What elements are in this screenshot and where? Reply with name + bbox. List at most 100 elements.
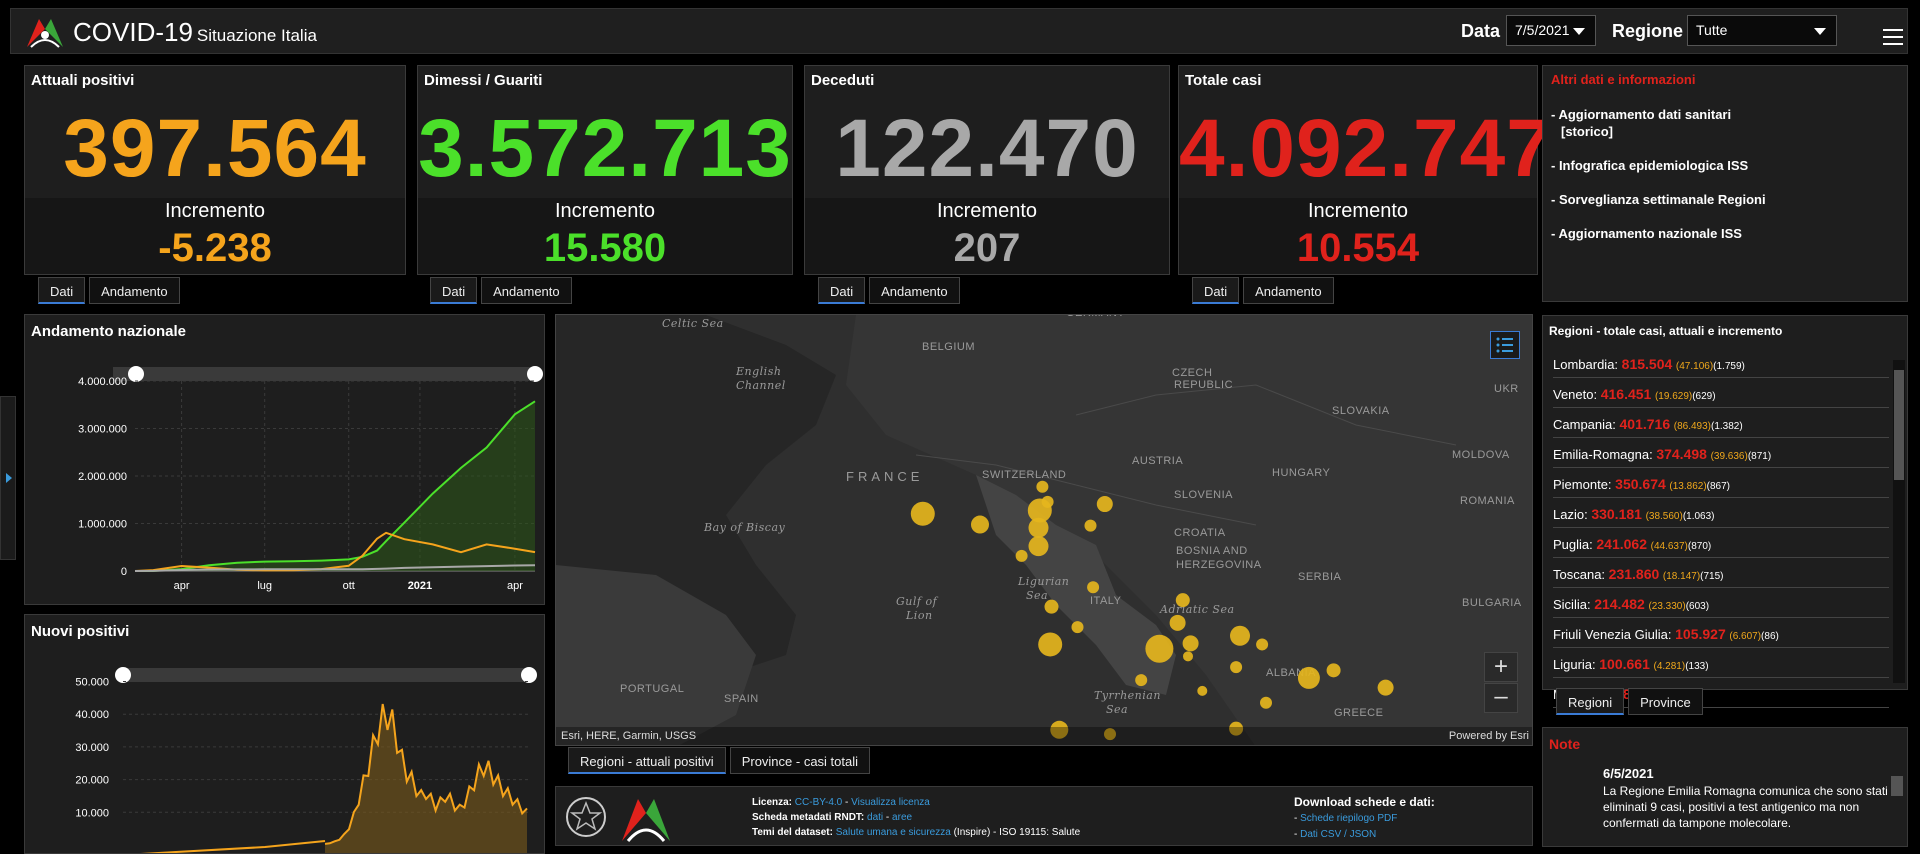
region-row[interactable]: Lazio: 330.181 (38.560)(1.063) — [1553, 498, 1889, 528]
region-bubble[interactable] — [1297, 666, 1320, 689]
metadata-aree-link[interactable]: aree — [892, 812, 912, 823]
download-pdf-link[interactable]: Schede riepilogo PDF — [1300, 813, 1397, 824]
side-panel-toggle[interactable] — [0, 396, 16, 560]
region-bubble[interactable] — [1041, 495, 1054, 508]
zoom-out-icon[interactable]: – — [1484, 683, 1518, 713]
chevron-right-icon — [6, 473, 12, 483]
slider-handle-left-icon[interactable] — [128, 366, 144, 382]
region-row[interactable]: Sicilia: 214.482 (23.330)(603) — [1553, 588, 1889, 618]
y-tick-label: 20.000 — [75, 775, 109, 787]
region-row[interactable]: Veneto: 416.451 (19.629)(629) — [1553, 378, 1889, 408]
region-attuali: (23.330) — [1648, 601, 1686, 612]
themes-label: Temi del dataset: — [752, 827, 833, 838]
scrollbar-thumb[interactable] — [1894, 370, 1904, 480]
card-attuali-positivi: Attuali positivi 397.564 Incremento -5.2… — [24, 65, 406, 275]
region-bubble[interactable] — [1038, 632, 1063, 657]
link-aggiornamento-iss[interactable]: - Aggiornamento nazionale ISS — [1551, 225, 1742, 242]
region-bubble[interactable] — [1036, 480, 1049, 493]
tab-province[interactable]: Province — [1628, 688, 1703, 715]
card-inc-value: 207 — [953, 226, 1021, 270]
card-totale-casi: Totale casi 4.092.747 Incremento 10.554 — [1178, 65, 1552, 275]
y-tick-label: 0 — [121, 566, 127, 578]
zoom-in-icon[interactable]: + — [1484, 652, 1518, 682]
tab-regioni-attuali[interactable]: Regioni - attuali positivi — [568, 747, 726, 774]
region-row[interactable]: Lombardia: 815.504 (47.106)(1.759) — [1553, 348, 1889, 378]
themes-link[interactable]: Salute umana e sicurezza — [836, 827, 951, 838]
legend-list-icon[interactable] — [1490, 331, 1520, 359]
y-tick-label: 40.000 — [75, 709, 109, 721]
metadata-dati-link[interactable]: dati — [867, 812, 883, 823]
tab-andamento[interactable]: Andamento — [89, 277, 180, 304]
region-row[interactable]: Toscana: 231.860 (18.147)(715) — [1553, 558, 1889, 588]
map-view[interactable]: Celtic SeaBELGIUMGERMANYCZECHREPUBLICSLO… — [555, 314, 1533, 746]
download-csv-link[interactable]: Dati CSV / JSON — [1300, 829, 1376, 840]
region-row[interactable]: Friuli Venezia Giulia: 105.927 (6.607)(8… — [1553, 618, 1889, 648]
region-bubble[interactable] — [1169, 614, 1186, 631]
tab-andamento[interactable]: Andamento — [869, 277, 960, 304]
region-bubble[interactable] — [1260, 696, 1272, 709]
link-infografica[interactable]: - Infografica epidemiologica ISS — [1551, 157, 1748, 174]
slider-handle-right-icon[interactable] — [521, 667, 537, 683]
map-powered-by[interactable]: Powered by Esri — [1449, 730, 1529, 742]
region-total: 374.498 — [1656, 446, 1707, 462]
region-bubble[interactable] — [1256, 638, 1269, 651]
region-bubble[interactable] — [1044, 599, 1059, 614]
card-value: 3.572.713 — [418, 103, 792, 194]
note-scrollbar[interactable] — [1891, 776, 1903, 796]
region-row[interactable]: Puglia: 241.062 (44.637)(870) — [1553, 528, 1889, 558]
regions-scrollbar[interactable] — [1893, 360, 1905, 683]
info-panel: Altri dati e informazioni - Aggiornament… — [1542, 65, 1908, 302]
region-bubble[interactable] — [1145, 634, 1174, 663]
tab-dati[interactable]: Dati — [1192, 277, 1240, 304]
region-bubble[interactable] — [910, 501, 935, 526]
region-bubble[interactable] — [1230, 661, 1243, 674]
link-sorveglianza[interactable]: - Sorveglianza settimanale Regioni — [1551, 191, 1766, 208]
tab-regioni[interactable]: Regioni — [1556, 688, 1625, 715]
region-bubble[interactable] — [1096, 496, 1113, 513]
footer-panel: Licenza: CC-BY-4.0 - Visualizza licenza … — [555, 786, 1533, 846]
metadata-label: Scheda metadati RNDT: — [752, 812, 865, 823]
tab-dati[interactable]: Dati — [818, 277, 866, 304]
region-bubble[interactable] — [1028, 536, 1049, 557]
region-row[interactable]: Liguria: 100.661 (4.281)(133) — [1553, 648, 1889, 678]
date-select[interactable]: 7/5/2021 — [1506, 15, 1596, 46]
y-tick-label: 30.000 — [75, 742, 109, 754]
view-license-link[interactable]: Visualizza licenza — [851, 797, 930, 808]
region-bubble[interactable] — [1377, 679, 1394, 696]
link-storico[interactable]: [storico] — [1561, 123, 1613, 140]
region-bubble[interactable] — [1135, 674, 1148, 687]
region-select[interactable]: Tutte — [1687, 15, 1837, 46]
region-bubble[interactable] — [1084, 519, 1097, 532]
tab-province-casi[interactable]: Province - casi totali — [729, 747, 871, 774]
region-bubble[interactable] — [1028, 517, 1049, 538]
tab-dati[interactable]: Dati — [38, 277, 86, 304]
region-row[interactable]: Emilia-Romagna: 374.498 (39.636)(871) — [1553, 438, 1889, 468]
region-bubble[interactable] — [1087, 581, 1100, 594]
region-bubble[interactable] — [971, 515, 989, 534]
x-tick-label: lug — [257, 580, 272, 592]
tab-andamento[interactable]: Andamento — [481, 277, 572, 304]
license-link[interactable]: CC-BY-4.0 — [795, 797, 842, 808]
region-name: Lazio: — [1553, 507, 1588, 522]
region-bubble[interactable] — [1182, 635, 1199, 652]
region-bubble[interactable] — [1071, 621, 1084, 634]
region-name: Campania: — [1553, 417, 1616, 432]
slider-handle-left-icon[interactable] — [115, 667, 131, 683]
x-tick-label: 2021 — [408, 580, 432, 592]
region-bubble[interactable] — [1175, 593, 1190, 608]
link-aggiornamento-dati[interactable]: - Aggiornamento dati sanitari — [1551, 106, 1731, 123]
app-title-main: COVID-19 — [73, 17, 193, 47]
region-row[interactable]: Campania: 401.716 (86.493)(1.382) — [1553, 408, 1889, 438]
tab-dati[interactable]: Dati — [430, 277, 478, 304]
tab-andamento[interactable]: Andamento — [1243, 277, 1334, 304]
slider-handle-right-icon[interactable] — [527, 366, 543, 382]
region-attuali: (4.281) — [1653, 661, 1686, 672]
card-title: Dimessi / Guariti — [424, 72, 543, 89]
region-bubble[interactable] — [1197, 685, 1208, 696]
region-bubble[interactable] — [1183, 651, 1193, 662]
region-bubble[interactable] — [1326, 663, 1341, 678]
region-row[interactable]: Piemonte: 350.674 (13.862)(867) — [1553, 468, 1889, 498]
hamburger-menu-icon[interactable] — [1883, 29, 1903, 50]
region-bubble[interactable] — [1015, 549, 1028, 562]
region-bubble[interactable] — [1230, 625, 1250, 646]
